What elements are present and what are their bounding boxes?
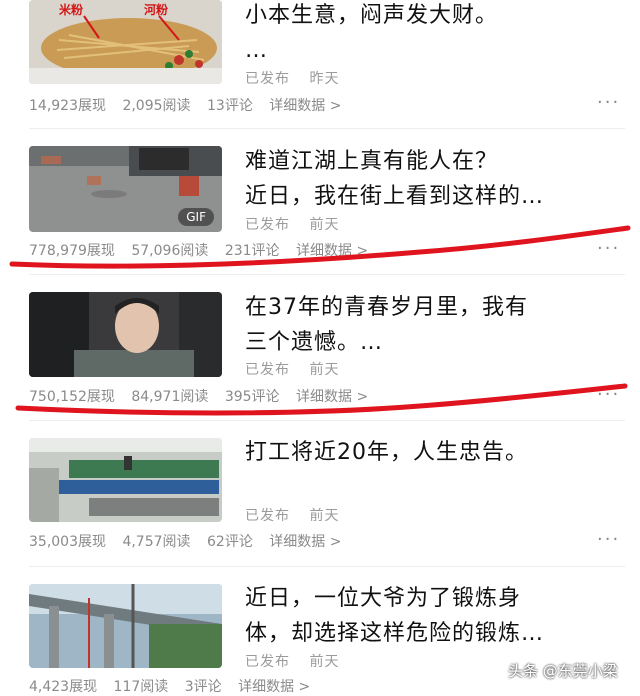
- bridge-image: [29, 584, 222, 668]
- thumb-label: 米粉: [59, 2, 83, 17]
- article-feed: 米粉 河粉 小本生意，闷声发大财。 … 已发布 昨天 14,923展现 2,09…: [0, 0, 640, 695]
- comments-count: 62评论: [207, 534, 253, 550]
- article-meta: 已发布 昨天: [245, 68, 353, 88]
- divider: [29, 420, 625, 421]
- detail-data-link[interactable]: 详细数据 >: [296, 389, 368, 405]
- article-thumbnail[interactable]: [29, 292, 222, 377]
- article-title[interactable]: 打工将近20年，人生忠告。: [245, 435, 625, 470]
- publish-time: 前天: [309, 217, 340, 233]
- reads-count: 4,757阅读: [122, 534, 191, 550]
- article-title[interactable]: 近日，一位大爷为了锻炼身 体，却选择这样危险的锻炼…: [245, 581, 625, 651]
- article-stats: 14,923展现 2,095阅读 13评论 详细数据 >: [29, 95, 353, 115]
- article-stats: 750,152展现 84,971阅读 395评论 详细数据 >: [29, 386, 380, 406]
- article-thumbnail[interactable]: 米粉 河粉: [29, 0, 222, 84]
- views-count: 4,423展现: [29, 679, 98, 695]
- publish-status: 已发布: [245, 362, 290, 378]
- reads-count: 2,095阅读: [122, 98, 191, 114]
- publish-time: 前天: [309, 362, 340, 378]
- article-meta: 已发布 前天: [245, 505, 353, 525]
- article-meta: 已发布 前天: [245, 214, 353, 234]
- publish-time: 昨天: [309, 71, 340, 87]
- gif-badge: GIF: [178, 208, 214, 226]
- article-thumbnail[interactable]: GIF: [29, 146, 222, 232]
- comments-count: 231评论: [224, 243, 280, 259]
- publish-time: 前天: [309, 508, 340, 524]
- detail-data-link[interactable]: 详细数据 >: [269, 98, 341, 114]
- factory-image: [29, 438, 222, 522]
- comments-count: 13评论: [207, 98, 253, 114]
- article-meta: 已发布 前天: [245, 651, 353, 671]
- more-options-icon[interactable]: ···: [597, 384, 620, 405]
- article-stats: 778,979展现 57,096阅读 231评论 详细数据 >: [29, 240, 380, 260]
- views-count: 778,979展现: [29, 243, 115, 259]
- views-count: 14,923展现: [29, 98, 106, 114]
- publish-status: 已发布: [245, 508, 290, 524]
- article-stats: 4,423展现 117阅读 3评论 详细数据 >: [29, 676, 322, 696]
- publish-status: 已发布: [245, 71, 290, 87]
- detail-data-link[interactable]: 详细数据 >: [296, 243, 368, 259]
- detail-data-link[interactable]: 详细数据 >: [238, 679, 310, 695]
- article-thumbnail[interactable]: [29, 438, 222, 522]
- more-options-icon[interactable]: ···: [597, 92, 620, 113]
- portrait-image: [29, 292, 222, 377]
- more-options-icon[interactable]: ···: [597, 238, 620, 259]
- reads-count: 57,096阅读: [131, 243, 209, 259]
- article-stats: 35,003展现 4,757阅读 62评论 详细数据 >: [29, 531, 353, 551]
- thumb-label: 河粉: [143, 2, 168, 17]
- reads-count: 117阅读: [113, 679, 169, 695]
- publish-status: 已发布: [245, 654, 290, 670]
- publish-status: 已发布: [245, 217, 290, 233]
- reads-count: 84,971阅读: [131, 389, 209, 405]
- divider: [29, 566, 625, 567]
- views-count: 750,152展现: [29, 389, 115, 405]
- article-title[interactable]: 难道江湖上真有能人在？ 近日，我在街上看到这样的…: [245, 144, 625, 214]
- publish-time: 前天: [309, 654, 340, 670]
- article-meta: 已发布 前天: [245, 359, 353, 379]
- views-count: 35,003展现: [29, 534, 106, 550]
- more-options-icon[interactable]: ···: [597, 529, 620, 550]
- divider: [29, 128, 625, 129]
- noodle-image: 米粉 河粉: [29, 0, 222, 84]
- article-title[interactable]: 小本生意，闷声发大财。 …: [245, 0, 625, 68]
- comments-count: 3评论: [184, 679, 222, 695]
- divider: [29, 274, 625, 275]
- comments-count: 395评论: [224, 389, 280, 405]
- watermark: 头条 @东莞小梁: [508, 662, 618, 680]
- detail-data-link[interactable]: 详细数据 >: [269, 534, 341, 550]
- article-title[interactable]: 在37年的青春岁月里，我有 三个遗憾。…: [245, 290, 625, 360]
- article-thumbnail[interactable]: [29, 584, 222, 668]
